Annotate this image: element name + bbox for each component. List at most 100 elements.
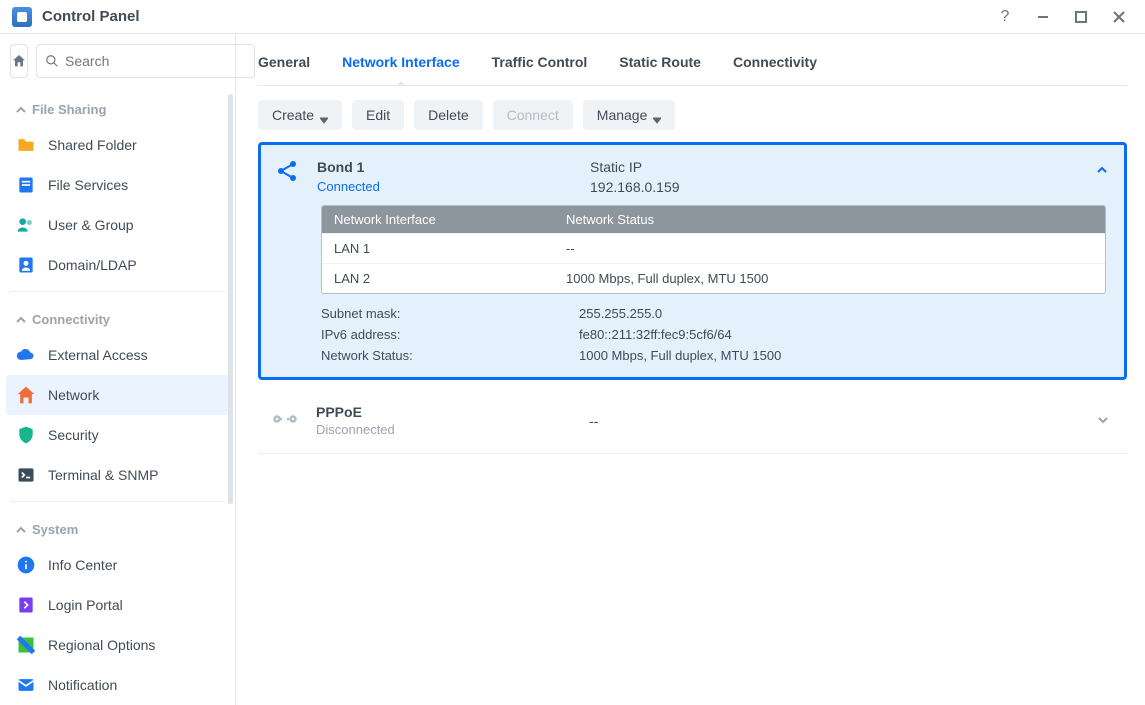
interface-row-pppoe[interactable]: PPPoE Disconnected --	[258, 392, 1127, 454]
terminal-icon	[16, 465, 36, 485]
button-label: Create	[272, 107, 314, 123]
sidebar-item-regional-options[interactable]: Regional Options	[0, 625, 235, 665]
network-icon	[16, 385, 36, 405]
ip-address: 192.168.0.159	[590, 179, 680, 195]
sidebar-item-label: Regional Options	[48, 637, 155, 653]
domain-icon	[16, 255, 36, 275]
cell-interface: LAN 1	[334, 241, 566, 256]
manage-button[interactable]: Manage	[583, 100, 676, 130]
sidebar-item-label: Security	[48, 427, 99, 443]
cell-status: --	[566, 241, 575, 256]
ip-type: Static IP	[590, 159, 680, 175]
chevron-up-icon	[1096, 164, 1108, 176]
collapse-button[interactable]	[1096, 163, 1108, 179]
notification-icon	[16, 675, 36, 695]
tab-bar: General Network Interface Traffic Contro…	[258, 34, 1127, 86]
tab-network-interface[interactable]: Network Interface	[342, 38, 459, 85]
interface-name: Bond 1	[317, 159, 572, 175]
section-label: File Sharing	[32, 102, 106, 117]
section-label: Connectivity	[32, 312, 110, 327]
sidebar-item-label: Notification	[48, 677, 117, 693]
home-button[interactable]	[10, 44, 28, 78]
section-file-sharing[interactable]: File Sharing	[0, 88, 235, 125]
sidebar-item-terminal-snmp[interactable]: Terminal & SNMP	[0, 455, 235, 495]
sidebar-item-network[interactable]: Network	[6, 375, 229, 415]
sidebar-item-security[interactable]: Security	[0, 415, 235, 455]
sidebar-item-file-services[interactable]: File Services	[0, 165, 235, 205]
chevron-down-icon	[1097, 414, 1109, 426]
close-button[interactable]	[1105, 3, 1133, 31]
sidebar-item-label: Domain/LDAP	[48, 257, 137, 273]
globe-icon	[16, 635, 36, 655]
cloud-icon	[16, 345, 36, 365]
info-icon	[16, 555, 36, 575]
sidebar-item-login-portal[interactable]: Login Portal	[0, 585, 235, 625]
detail-label: Network Status:	[321, 348, 579, 363]
sidebar-item-label: Network	[48, 387, 99, 403]
sidebar-item-label: Login Portal	[48, 597, 123, 613]
section-connectivity[interactable]: Connectivity	[0, 298, 235, 335]
file-services-icon	[16, 175, 36, 195]
detail-label: IPv6 address:	[321, 327, 579, 342]
sidebar-item-label: User & Group	[48, 217, 134, 233]
sidebar-item-domain-ldap[interactable]: Domain/LDAP	[0, 245, 235, 285]
expand-button[interactable]	[1097, 413, 1109, 429]
shield-icon	[16, 425, 36, 445]
tab-connectivity[interactable]: Connectivity	[733, 38, 817, 85]
minimize-button[interactable]	[1029, 3, 1057, 31]
cell-status: 1000 Mbps, Full duplex, MTU 1500	[566, 271, 768, 286]
chevron-up-icon	[16, 315, 26, 325]
window-title: Control Panel	[42, 8, 140, 25]
sidebar-item-label: File Services	[48, 177, 128, 193]
toolbar: Create Edit Delete Connect Manage	[258, 86, 1127, 142]
pppoe-icon	[272, 409, 298, 432]
sidebar-item-label: Info Center	[48, 557, 117, 573]
table-row[interactable]: LAN 1 --	[322, 233, 1105, 263]
interface-value: --	[589, 413, 598, 429]
titlebar: Control Panel ?	[0, 0, 1145, 34]
sidebar-item-shared-folder[interactable]: Shared Folder	[0, 125, 235, 165]
sidebar-item-label: External Access	[48, 347, 148, 363]
interface-name: PPPoE	[316, 404, 571, 420]
section-system[interactable]: System	[0, 508, 235, 545]
tab-traffic-control[interactable]: Traffic Control	[492, 38, 588, 85]
button-label: Delete	[428, 107, 468, 123]
bond-details: Subnet mask: 255.255.255.0 IPv6 address:…	[261, 302, 1124, 377]
tab-general[interactable]: General	[258, 38, 310, 85]
detail-value: 255.255.255.0	[579, 306, 662, 321]
section-label: System	[32, 522, 78, 537]
interface-card-bond1[interactable]: Bond 1 Connected Static IP 192.168.0.159	[258, 142, 1127, 380]
search-input[interactable]	[65, 53, 246, 69]
button-label: Edit	[366, 107, 390, 123]
button-label: Connect	[507, 107, 559, 123]
sidebar-item-notification[interactable]: Notification	[0, 665, 235, 705]
edit-button[interactable]: Edit	[352, 100, 404, 130]
login-portal-icon	[16, 595, 36, 615]
button-label: Manage	[597, 107, 648, 123]
detail-value: fe80::211:32ff:fec9:5cf6/64	[579, 327, 732, 342]
user-group-icon	[16, 215, 36, 235]
caret-down-icon	[653, 111, 661, 119]
cell-interface: LAN 2	[334, 271, 566, 286]
main-panel: General Network Interface Traffic Contro…	[236, 34, 1145, 705]
tab-static-route[interactable]: Static Route	[619, 38, 701, 85]
table-row[interactable]: LAN 2 1000 Mbps, Full duplex, MTU 1500	[322, 263, 1105, 293]
search-field[interactable]	[36, 44, 255, 78]
sidebar-scrollbar[interactable]	[228, 94, 233, 504]
folder-icon	[16, 135, 36, 155]
maximize-button[interactable]	[1067, 3, 1095, 31]
sidebar: File Sharing Shared Folder File Services…	[0, 34, 236, 705]
sidebar-item-info-center[interactable]: Info Center	[0, 545, 235, 585]
delete-button[interactable]: Delete	[414, 100, 482, 130]
sidebar-item-user-group[interactable]: User & Group	[0, 205, 235, 245]
create-button[interactable]: Create	[258, 100, 342, 130]
bond-members-table: Network Interface Network Status LAN 1 -…	[321, 205, 1106, 294]
detail-value: 1000 Mbps, Full duplex, MTU 1500	[579, 348, 781, 363]
chevron-up-icon	[16, 525, 26, 535]
chevron-up-icon	[16, 105, 26, 115]
sidebar-item-external-access[interactable]: External Access	[0, 335, 235, 375]
help-button[interactable]: ?	[991, 3, 1019, 31]
table-header-interface: Network Interface	[334, 212, 566, 227]
share-icon	[275, 159, 299, 186]
table-header-status: Network Status	[566, 212, 654, 227]
